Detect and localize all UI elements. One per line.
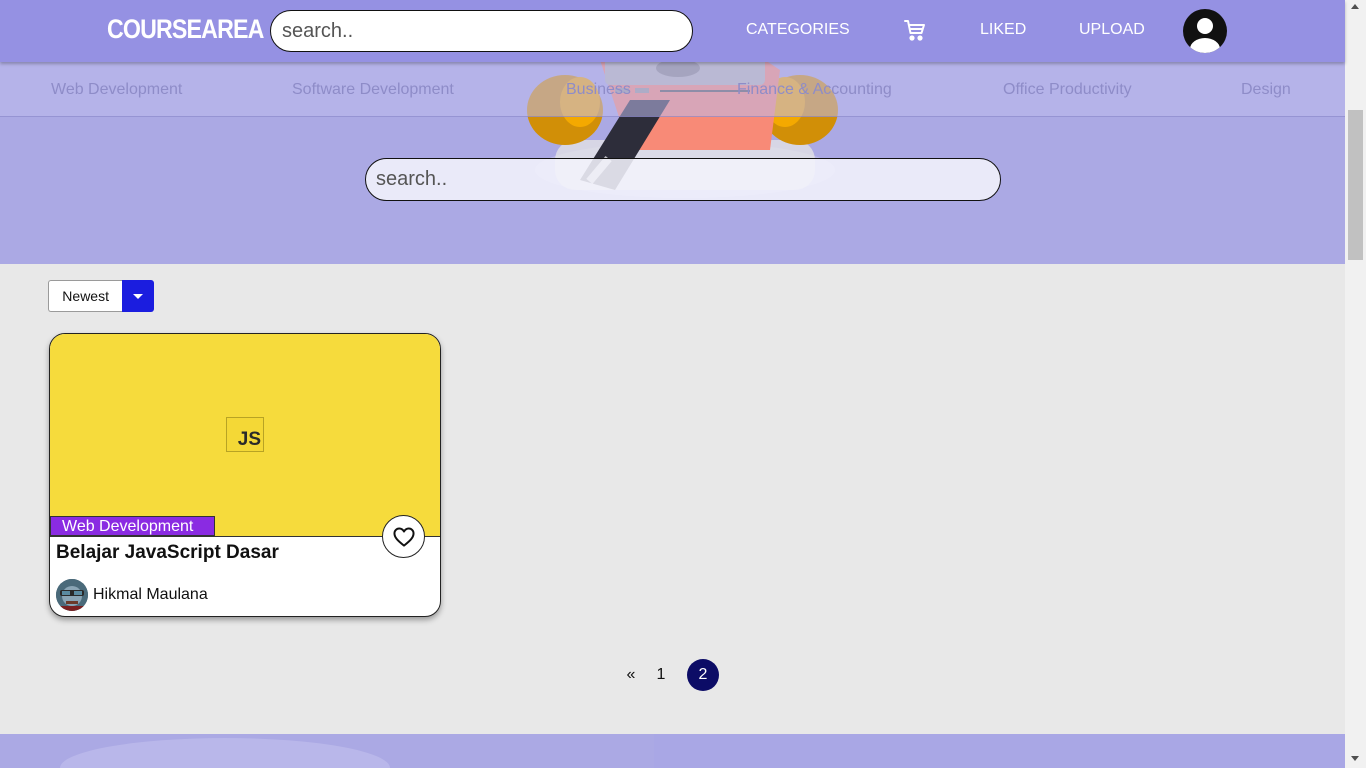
- author-name: Hikmal Maulana: [93, 586, 208, 603]
- category-design[interactable]: Design: [1241, 81, 1291, 99]
- caret-down-icon: [133, 294, 144, 299]
- category-strip: Web Development Software Development Bus…: [0, 62, 1345, 117]
- like-button[interactable]: [382, 515, 425, 558]
- scroll-down-arrow-icon[interactable]: [1351, 756, 1359, 761]
- course-category-badge: Web Development: [50, 516, 215, 536]
- nav-liked-link[interactable]: LIKED: [980, 21, 1026, 39]
- nav-upload-link[interactable]: UPLOAD: [1079, 21, 1145, 39]
- course-card[interactable]: JS Web Development Belajar JavaScript Da…: [49, 333, 441, 617]
- top-navbar: COURSEAREA CATEGORIES LIKED UPLOAD: [0, 0, 1345, 62]
- pagination-prev[interactable]: «: [622, 659, 640, 691]
- cart-icon[interactable]: [903, 18, 927, 42]
- pagination-page-1[interactable]: 1: [652, 659, 670, 691]
- category-business[interactable]: Business: [566, 81, 631, 99]
- sort-toggle-button[interactable]: [122, 280, 154, 312]
- page-scrollbar[interactable]: [1345, 0, 1366, 768]
- footer-decoration: [60, 738, 390, 768]
- pagination: « 1 2: [620, 659, 730, 693]
- category-finance-accounting[interactable]: Finance & Accounting: [737, 81, 892, 99]
- hero-search-input[interactable]: [365, 158, 1001, 201]
- sort-dropdown[interactable]: Newest: [48, 280, 154, 312]
- nav-categories-link[interactable]: CATEGORIES: [746, 21, 850, 39]
- nav-search-input[interactable]: [270, 10, 693, 52]
- scroll-up-arrow-icon[interactable]: [1351, 4, 1359, 9]
- user-avatar-icon: [1190, 18, 1220, 53]
- heart-icon: [393, 527, 415, 547]
- course-thumbnail[interactable]: JS: [50, 334, 440, 536]
- javascript-logo-icon: JS: [226, 417, 264, 452]
- sort-selected-value[interactable]: Newest: [48, 280, 123, 312]
- user-avatar[interactable]: [1183, 9, 1227, 53]
- author-avatar: [56, 579, 88, 611]
- site-logo[interactable]: COURSEAREA: [107, 14, 264, 45]
- footer-section: [0, 734, 1345, 768]
- category-web-development[interactable]: Web Development: [51, 81, 182, 99]
- author-photo-icon: [56, 579, 88, 611]
- footer-panel: [654, 734, 1345, 768]
- category-office-productivity[interactable]: Office Productivity: [1003, 81, 1132, 99]
- scrollbar-thumb[interactable]: [1348, 110, 1363, 260]
- pagination-page-2[interactable]: 2: [687, 659, 719, 691]
- category-software-development[interactable]: Software Development: [292, 81, 454, 99]
- course-title[interactable]: Belajar JavaScript Dasar: [56, 542, 279, 564]
